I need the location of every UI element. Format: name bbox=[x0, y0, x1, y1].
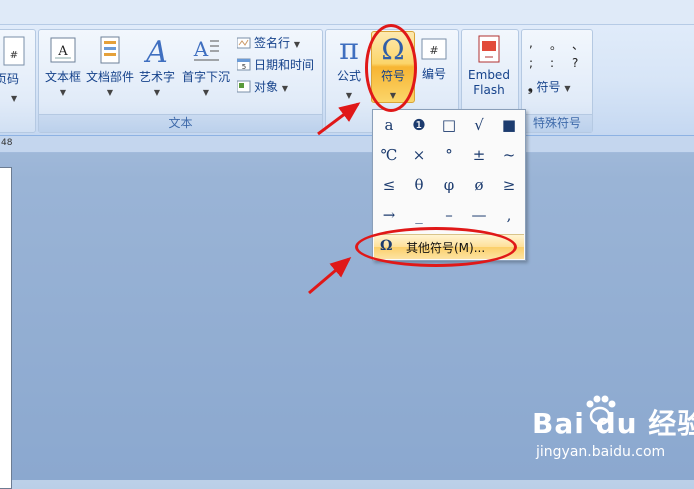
chevron-down-icon: ▼ bbox=[345, 91, 353, 100]
doc-parts-icon bbox=[100, 36, 120, 64]
calendar-icon: 5 bbox=[237, 58, 251, 71]
special-symbol-button[interactable]: ❟ 符号 ▼ bbox=[528, 78, 571, 95]
symbol-cell[interactable]: ℃ bbox=[374, 141, 404, 169]
group-label-special: 特殊符号 bbox=[522, 114, 592, 132]
symbol-cell[interactable]: → bbox=[374, 201, 404, 229]
wordart-button[interactable]: A 艺术字 ▼ bbox=[137, 36, 177, 100]
signature-line-label: 签名行 bbox=[254, 36, 291, 50]
ribbon: # 页码 ▼ A 文本框 ▼ 文档部件 ▼ A 艺术字 ▼ A 首字下沉 ▼ 签… bbox=[0, 0, 694, 136]
symbol-cell[interactable]: √ bbox=[464, 111, 494, 139]
baidu-watermark: Bai du 经验 jingyan.baidu.com bbox=[532, 395, 694, 460]
numbering-icon: # bbox=[421, 38, 447, 60]
symbol-cell[interactable]: ■ bbox=[494, 111, 524, 139]
special-symbol-label: 符号 bbox=[536, 80, 561, 94]
special-mark-4[interactable]: ; bbox=[529, 56, 533, 70]
textbox-icon: A bbox=[50, 37, 76, 63]
svg-text:A: A bbox=[143, 36, 168, 66]
symbol-cell[interactable]: ~ bbox=[494, 141, 524, 169]
document-page[interactable] bbox=[0, 167, 12, 489]
symbol-cell[interactable]: — bbox=[464, 201, 494, 229]
symbol-cell[interactable]: a bbox=[374, 111, 404, 139]
svg-text:5: 5 bbox=[242, 63, 246, 71]
symbol-cell[interactable]: _ bbox=[404, 201, 434, 229]
symbol-cell[interactable]: ≥ bbox=[494, 171, 524, 199]
symbol-cell[interactable]: , bbox=[494, 201, 524, 229]
signature-line-button[interactable]: 签名行 ▼ bbox=[237, 34, 300, 51]
ribbon-group-header-footer: # 页码 ▼ bbox=[0, 29, 36, 133]
chevron-down-icon: ▼ bbox=[202, 88, 210, 97]
symbol-cell[interactable]: ø bbox=[464, 171, 494, 199]
watermark-url: jingyan.baidu.com bbox=[536, 444, 666, 460]
page-number-icon: # bbox=[3, 36, 25, 66]
chevron-down-icon: ▼ bbox=[153, 88, 161, 97]
textbox-button[interactable]: A 文本框 ▼ bbox=[43, 36, 83, 100]
svg-text:#: # bbox=[429, 44, 438, 57]
paw-icon bbox=[586, 395, 616, 426]
ruler: 48 bbox=[0, 136, 694, 153]
symbol-cell[interactable]: ° bbox=[434, 141, 464, 169]
group-label-text: 文本 bbox=[39, 114, 322, 132]
wordart-label: 艺术字 bbox=[138, 70, 175, 84]
special-mark-1[interactable]: , bbox=[529, 36, 533, 50]
object-label: 对象 bbox=[254, 80, 279, 94]
flash-icon bbox=[478, 35, 500, 63]
date-time-button[interactable]: 5 日期和时间 bbox=[237, 56, 314, 73]
chevron-down-icon: ▼ bbox=[11, 94, 18, 103]
special-mark-5[interactable]: : bbox=[550, 56, 554, 70]
special-mark-2[interactable]: 。 bbox=[550, 36, 562, 53]
date-time-label: 日期和时间 bbox=[254, 58, 315, 72]
embed-flash-label-1: Embed bbox=[468, 68, 510, 82]
symbol-cell[interactable]: – bbox=[434, 201, 464, 229]
object-button[interactable]: 对象 ▼ bbox=[237, 78, 288, 95]
dropcap-label: 首字下沉 bbox=[181, 70, 230, 84]
dropcap-button[interactable]: A 首字下沉 ▼ bbox=[179, 36, 233, 100]
numbering-button[interactable]: # 编号 bbox=[416, 35, 452, 82]
special-mark-6[interactable]: ? bbox=[572, 56, 578, 70]
svg-text:A: A bbox=[57, 44, 68, 59]
signature-icon bbox=[237, 37, 251, 49]
symbol-cell[interactable]: ± bbox=[464, 141, 494, 169]
doc-parts-label: 文档部件 bbox=[85, 70, 134, 84]
equation-label: 公式 bbox=[336, 69, 361, 83]
numbering-label: 编号 bbox=[421, 67, 446, 81]
svg-text:A: A bbox=[193, 37, 209, 61]
chevron-down-icon: ▼ bbox=[106, 88, 114, 97]
textbox-label: 文本框 bbox=[44, 70, 81, 84]
ribbon-tab-strip bbox=[0, 0, 694, 25]
annotation-ellipse-symbol bbox=[365, 24, 417, 112]
symbol-cell[interactable]: ≤ bbox=[374, 171, 404, 199]
embed-flash-label-2: Flash bbox=[473, 83, 505, 97]
symbol-cell[interactable]: ❶ bbox=[404, 111, 434, 139]
page-number-label: 页码 bbox=[0, 72, 20, 86]
symbol-cell[interactable]: φ bbox=[434, 171, 464, 199]
svg-text:#: # bbox=[10, 50, 18, 61]
pi-icon: π bbox=[339, 32, 359, 67]
dropcap-icon: A bbox=[193, 37, 219, 61]
wordart-icon: A bbox=[143, 36, 168, 66]
symbol-cell[interactable]: □ bbox=[434, 111, 464, 139]
ribbon-group-text: A 文本框 ▼ 文档部件 ▼ A 艺术字 ▼ A 首字下沉 ▼ 签名行 ▼ 5 … bbox=[38, 29, 323, 133]
symbol-cell[interactable]: × bbox=[404, 141, 434, 169]
page-number-button[interactable]: # 页码 ▼ bbox=[0, 36, 27, 103]
annotation-ellipse-more bbox=[355, 227, 517, 267]
ribbon-group-special-symbols: , 。 、 ; : ? ❟ 符号 ▼ 特殊符号 bbox=[521, 29, 593, 133]
ruler-value: 48 bbox=[1, 138, 13, 148]
chevron-down-icon: ▼ bbox=[59, 88, 67, 97]
annotation-arrow-2 bbox=[308, 257, 352, 295]
doc-parts-button[interactable]: 文档部件 ▼ bbox=[85, 36, 135, 100]
object-icon bbox=[237, 80, 251, 93]
special-mark-3[interactable]: 、 bbox=[572, 36, 584, 53]
symbol-cell[interactable]: θ bbox=[404, 171, 434, 199]
comma-icon: ❟ bbox=[528, 80, 533, 94]
equation-button[interactable]: π 公式 ▼ bbox=[330, 35, 368, 103]
embed-flash-button[interactable]: Embed Flash bbox=[463, 35, 515, 98]
